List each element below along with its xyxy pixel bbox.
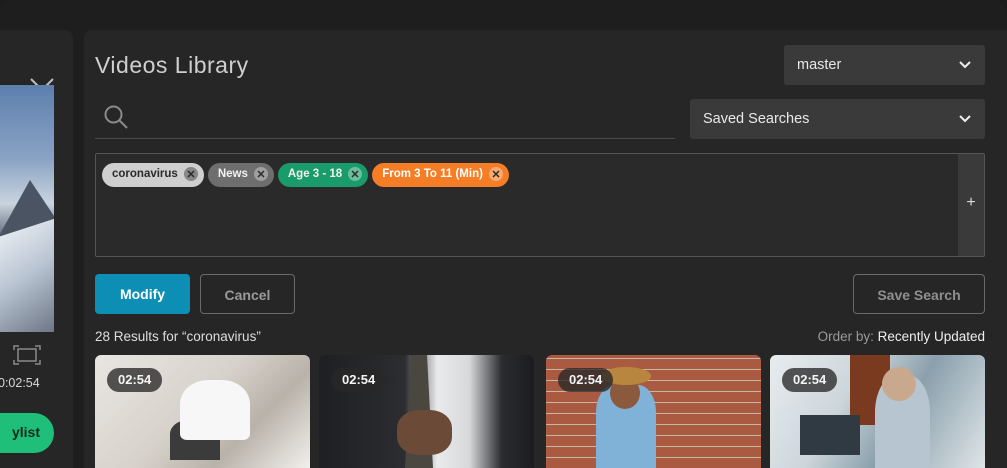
order-by-value: Recently Updated bbox=[877, 329, 985, 344]
player-panel: 0:02:54 ylist bbox=[0, 30, 73, 468]
search-icon bbox=[104, 105, 128, 129]
video-card[interactable]: 02:54 bbox=[319, 355, 534, 468]
filter-chip-label: News bbox=[217, 168, 248, 180]
add-filter-button[interactable]: + bbox=[958, 154, 984, 256]
remove-chip-icon[interactable] bbox=[488, 167, 503, 181]
results-summary: 28 Results for “coronavirus” bbox=[95, 329, 261, 344]
branch-select-value: master bbox=[797, 57, 842, 73]
add-to-playlist-button[interactable]: ylist bbox=[0, 413, 54, 453]
video-time: 0:02:54 bbox=[0, 376, 40, 390]
remove-chip-icon[interactable] bbox=[183, 167, 198, 181]
save-search-button[interactable]: Save Search bbox=[853, 274, 985, 314]
filter-chip: Age 3 - 18 bbox=[277, 163, 369, 187]
filter-chip: News bbox=[207, 163, 274, 187]
filter-box[interactable]: coronavirus News Age 3 - 18 From 3 To 11… bbox=[95, 153, 985, 257]
duration-badge: 02:54 bbox=[331, 368, 387, 392]
video-grid: 02:54 02:54 02:54 02:54 bbox=[95, 355, 985, 468]
search-input[interactable] bbox=[139, 103, 659, 133]
duration-badge: 02:54 bbox=[782, 368, 838, 392]
filter-chips: coronavirus News Age 3 - 18 From 3 To 11… bbox=[102, 163, 509, 187]
duration-badge: 02:54 bbox=[107, 368, 163, 392]
filter-chip: From 3 To 11 (Min) bbox=[372, 163, 509, 187]
search-bar bbox=[95, 97, 675, 139]
video-card[interactable]: 02:54 bbox=[770, 355, 985, 468]
order-by[interactable]: Order by: Recently Updated bbox=[818, 329, 985, 344]
filter-chip: coronavirus bbox=[102, 163, 204, 187]
app-frame: 0:02:54 ylist Videos Library master Save… bbox=[0, 0, 1007, 468]
video-card[interactable]: 02:54 bbox=[546, 355, 761, 468]
filter-chip-label: From 3 To 11 (Min) bbox=[382, 168, 483, 180]
cancel-button[interactable]: Cancel bbox=[200, 274, 295, 314]
branch-select[interactable]: master bbox=[784, 45, 985, 85]
chevron-down-icon bbox=[959, 115, 971, 123]
remove-chip-icon[interactable] bbox=[253, 167, 268, 181]
duration-badge: 02:54 bbox=[558, 368, 614, 392]
modify-button[interactable]: Modify bbox=[95, 274, 190, 314]
filter-chip-label: coronavirus bbox=[112, 168, 178, 180]
video-preview[interactable] bbox=[0, 85, 54, 332]
order-by-label: Order by: bbox=[817, 329, 878, 344]
remove-chip-icon[interactable] bbox=[348, 167, 363, 181]
saved-searches-label: Saved Searches bbox=[703, 111, 810, 127]
saved-searches-select[interactable]: Saved Searches bbox=[690, 99, 985, 139]
filter-chip-label: Age 3 - 18 bbox=[287, 168, 343, 180]
page-title: Videos Library bbox=[95, 52, 249, 78]
videos-library-panel: Videos Library master Saved Searches cor… bbox=[84, 30, 1007, 468]
video-card[interactable]: 02:54 bbox=[95, 355, 310, 468]
fullscreen-icon[interactable] bbox=[13, 345, 41, 365]
chevron-down-icon bbox=[959, 61, 971, 69]
